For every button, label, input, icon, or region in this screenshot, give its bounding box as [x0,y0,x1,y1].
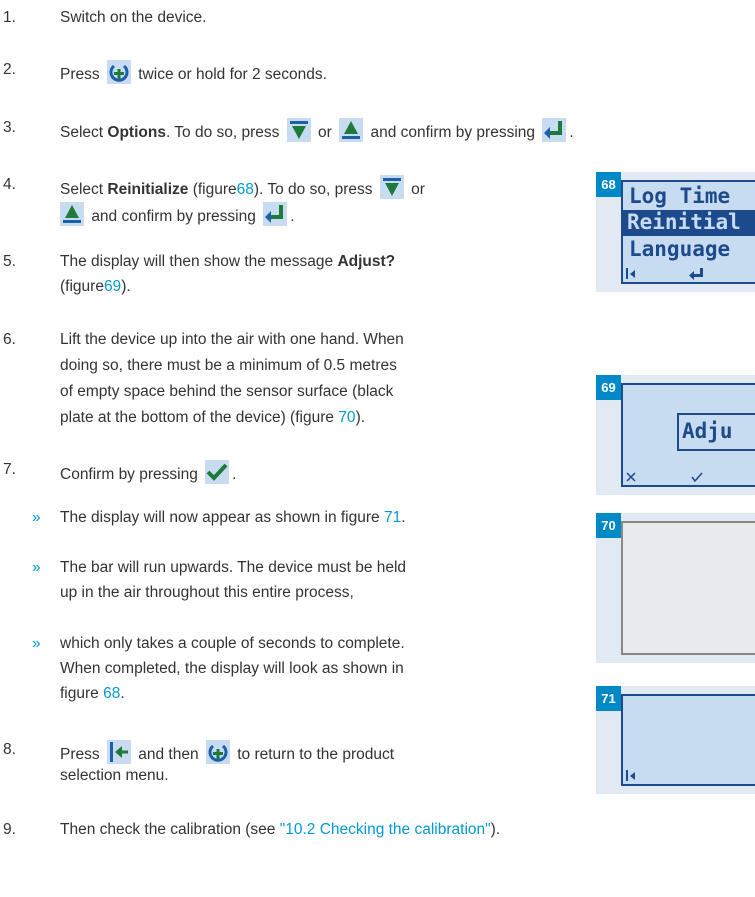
enter-icon [689,268,703,280]
substep-marker: » [32,559,41,576]
step-text: Switch on the device. [60,9,207,26]
keyword-options: Options [107,124,166,141]
figure-link[interactable]: 69 [104,278,121,295]
keyword-adjust: Adjust? [337,253,396,270]
power-menu-icon [106,60,131,84]
arrow-down-icon [379,175,404,199]
step-text: and confirm by pressing [370,124,536,141]
step-number: 6. [3,331,16,348]
figure-71: 71 [596,686,755,794]
arrow-up-icon [339,118,364,142]
substep-marker: » [32,509,41,526]
step-text: Select [60,124,104,141]
figure-70: 70 [596,513,755,663]
lcd-screen: Adju [621,383,755,487]
device-illustration [621,521,755,655]
step-text: twice or hold for 2 seconds. [138,66,327,83]
close-icon [626,472,636,482]
back-icon [626,268,635,279]
step-text: . To do so, press [165,124,280,141]
step-text: Press [60,66,100,83]
figure-link[interactable]: 71 [384,509,401,526]
figure-69: 69 Adju [596,375,755,495]
figure-68: 68 Log Time Reinitial Language [596,172,755,292]
figure-label: 69 [596,375,621,400]
step-number: 5. [3,253,16,270]
step-number: 1. [3,9,16,26]
figure-link[interactable]: 68 [237,181,254,198]
figure-label: 71 [596,686,621,711]
arrow-down-icon [286,118,311,142]
figure-label: 70 [596,513,621,538]
step-number: 8. [3,741,16,758]
figure-link[interactable]: 68 [103,685,120,702]
arrow-up-icon [60,202,84,226]
menu-item: Log Time [629,184,731,208]
power-menu-icon [205,740,230,764]
menu-item-selected: Reinitial [627,210,741,234]
step-number: 4. [3,176,16,193]
step-number: 3. [3,119,16,136]
menu-item: Language [629,237,731,261]
back-icon [626,770,635,781]
checkmark-icon [205,460,230,484]
message-box: Adju [677,413,755,451]
figure-label: 68 [596,172,621,197]
message-text: Adju [682,419,733,443]
step-text: or [318,124,332,141]
lcd-screen: Log Time Reinitial Language [621,180,755,284]
keyword-reinitialize: Reinitialize [107,181,189,198]
step-number: 9. [3,821,16,838]
substep-marker: » [32,635,41,652]
checkmark-icon [691,472,703,482]
step-number: 2. [3,61,16,78]
enter-icon [263,202,288,226]
enter-icon [542,118,567,142]
menu-highlight: Reinitial [623,210,755,236]
lcd-screen [621,694,755,786]
figure-link[interactable]: 70 [338,409,355,426]
step-number: 7. [3,461,16,478]
back-icon [106,740,131,764]
section-link[interactable]: "10.2 Checking the calibration" [280,821,491,838]
